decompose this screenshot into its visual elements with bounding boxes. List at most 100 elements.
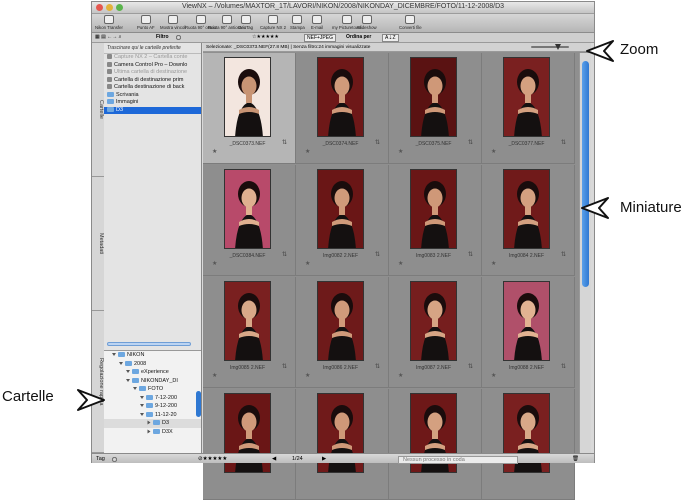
favorites-scrollbar[interactable] xyxy=(107,342,191,346)
toolbar-button-7[interactable]: Stampa xyxy=(290,15,305,32)
rating-star-icon[interactable]: ★ xyxy=(305,372,310,379)
thumbnail-cell[interactable]: _DSC0377.NEF ★ ⇅ xyxy=(482,53,575,164)
rating-star-icon[interactable]: ★ xyxy=(398,260,403,267)
thumbnail-cell[interactable]: Img0084 2.NEF ★ ⇅ xyxy=(482,165,575,276)
disclosure-triangle-icon[interactable] xyxy=(126,378,130,382)
thumbnail-cell[interactable]: _DSC0384.NEF ★ ⇅ xyxy=(203,165,296,276)
toolbar-button-10[interactable]: Slideshow xyxy=(357,15,377,32)
toolbar-button-11[interactable]: Converti file xyxy=(399,15,422,32)
toolbar-button-1[interactable]: Punto AF xyxy=(137,15,155,32)
thumbnail-image[interactable] xyxy=(224,169,271,249)
toolbar-button-8[interactable]: E-mail xyxy=(311,15,323,32)
trash-icon[interactable]: 🗑 xyxy=(572,456,579,462)
thumbnail-cell[interactable] xyxy=(482,389,575,500)
disclosure-triangle-icon[interactable] xyxy=(112,353,116,357)
tree-node[interactable]: NIKON xyxy=(104,351,201,360)
favorite-item[interactable]: Cartella destinazione di back xyxy=(104,84,201,92)
toolbar-button-5[interactable]: GeoTag xyxy=(238,15,253,32)
thumbnail-image[interactable] xyxy=(224,57,271,137)
disclosure-triangle-icon[interactable] xyxy=(140,412,144,416)
tree-node[interactable]: 9-12-200 xyxy=(104,402,201,411)
thumbnail-image[interactable] xyxy=(410,169,457,249)
toolbar-button-2[interactable]: Mostra vincoli xyxy=(160,15,186,32)
thumbnail-cell[interactable]: _DSC0375.NEF ★ ⇅ xyxy=(389,53,482,164)
rating-star-icon[interactable]: ★ xyxy=(212,372,217,379)
thumbnail-cell[interactable]: Img0082 2.NEF ★ ⇅ xyxy=(296,165,389,276)
rating-star-icon[interactable]: ★ xyxy=(398,148,403,155)
favorite-item[interactable]: Immagini xyxy=(104,99,201,107)
rating-star-icon[interactable]: ★ xyxy=(305,148,310,155)
favorite-item[interactable]: Camera Control Pro – Downlo xyxy=(104,62,201,70)
label-dot-9[interactable] xyxy=(112,457,117,462)
tree-node[interactable]: D3X xyxy=(104,428,201,437)
page-next-icon[interactable]: ▶ xyxy=(322,456,326,462)
rating-star-icon[interactable]: ★ xyxy=(491,260,496,267)
thumbnail-image[interactable] xyxy=(410,57,457,137)
thumbnail-cell[interactable]: _DSC0374.NEF ★ ⇅ xyxy=(296,53,389,164)
thumbnail-cell[interactable]: Img0087 2.NEF ★ ⇅ xyxy=(389,277,482,388)
thumbnail-cell[interactable] xyxy=(389,389,482,500)
disclosure-triangle-icon[interactable] xyxy=(119,361,123,365)
favorite-item[interactable]: D3 xyxy=(104,106,201,114)
rating-star-icon[interactable]: ★ xyxy=(212,260,217,267)
file-type-select[interactable]: NEF+JPEG xyxy=(304,34,336,42)
thumbnail-cell[interactable]: Img0085 2.NEF ★ ⇅ xyxy=(203,277,296,388)
disclosure-triangle-icon[interactable] xyxy=(147,429,151,434)
grid-view-icon[interactable]: ▦ ▤ ←→ ⌕ xyxy=(95,34,121,40)
zoom-slider-handle[interactable] xyxy=(555,44,562,50)
thumbnail-cell[interactable]: Img0083 2.NEF ★ ⇅ xyxy=(389,165,482,276)
thumbnail-image[interactable] xyxy=(503,169,550,249)
disclosure-triangle-icon[interactable] xyxy=(140,404,144,408)
tab-metadati[interactable]: Metadati xyxy=(92,177,104,311)
favorite-item[interactable]: Scrivania xyxy=(104,92,201,100)
tree-node[interactable]: D3 xyxy=(104,419,201,428)
zoom-slider-track[interactable] xyxy=(531,46,569,48)
toolbar-button-6[interactable]: Capture NX 2 xyxy=(260,15,286,32)
tree-node-label: 7-12-200 xyxy=(155,394,178,401)
rating-filter-stars[interactable]: ☆★★★★★ xyxy=(252,34,279,40)
disclosure-triangle-icon[interactable] xyxy=(147,420,151,425)
thumbnail-image[interactable] xyxy=(503,57,550,137)
thumbnail-image[interactable] xyxy=(317,281,364,361)
folder-icon xyxy=(132,369,139,375)
thumbnail-image[interactable] xyxy=(224,281,271,361)
picturetown-icon xyxy=(341,15,352,24)
thumbnail-scroll-knob[interactable] xyxy=(582,61,589,287)
rating-stars[interactable]: ⊘★★★★★ xyxy=(198,456,227,462)
favorite-item[interactable]: Capture NX 2 – Cartella conte xyxy=(104,54,201,62)
thumbnail-image[interactable] xyxy=(317,169,364,249)
favorite-item[interactable]: Cartella di destinazione prim xyxy=(104,77,201,85)
tab-cartelle[interactable]: Cartelle xyxy=(92,43,104,177)
rating-star-icon[interactable]: ★ xyxy=(491,148,496,155)
toolbar-button-0[interactable]: Nikon Transfer xyxy=(95,15,123,32)
tree-scrollbar[interactable] xyxy=(196,391,201,417)
thumbnail-cell[interactable] xyxy=(203,389,296,500)
disclosure-triangle-icon[interactable] xyxy=(140,395,144,399)
thumbnail-cell[interactable]: Img0088 2.NEF ★ ⇅ xyxy=(482,277,575,388)
slideshow-icon xyxy=(361,15,372,24)
disclosure-triangle-icon[interactable] xyxy=(133,387,137,391)
page-prev-icon[interactable]: ◀ xyxy=(272,456,276,462)
rating-star-icon[interactable]: ★ xyxy=(212,148,217,155)
rating-star-icon[interactable]: ★ xyxy=(398,372,403,379)
tree-node[interactable]: NIKONDAY_DI xyxy=(104,377,201,386)
thumbnail-cell[interactable] xyxy=(296,389,389,500)
disclosure-triangle-icon[interactable] xyxy=(126,370,130,374)
tab-regolazione-rapida[interactable]: Regolazione rapida xyxy=(92,311,104,453)
tree-node[interactable]: 7-12-200 xyxy=(104,394,201,403)
rating-star-icon[interactable]: ★ xyxy=(491,372,496,379)
tree-node[interactable]: 11-12-20 xyxy=(104,411,201,420)
tree-node[interactable]: eXperience xyxy=(104,368,201,377)
thumbnail-scrollbar[interactable] xyxy=(579,53,591,453)
sort-order-select[interactable]: A⇣Z xyxy=(382,34,399,42)
favorite-item[interactable]: Ultima cartella di destinazione xyxy=(104,69,201,77)
label-dot-9[interactable] xyxy=(176,35,181,40)
thumbnail-image[interactable] xyxy=(503,281,550,361)
rating-star-icon[interactable]: ★ xyxy=(305,260,310,267)
tree-node[interactable]: 2008 xyxy=(104,360,201,369)
tree-node[interactable]: FOTO xyxy=(104,385,201,394)
thumbnail-cell[interactable]: Img0086 2.NEF ★ ⇅ xyxy=(296,277,389,388)
thumbnail-image[interactable] xyxy=(317,57,364,137)
thumbnail-image[interactable] xyxy=(410,281,457,361)
thumbnail-cell[interactable]: _DSC0373.NEF ★ ⇅ xyxy=(203,53,296,164)
